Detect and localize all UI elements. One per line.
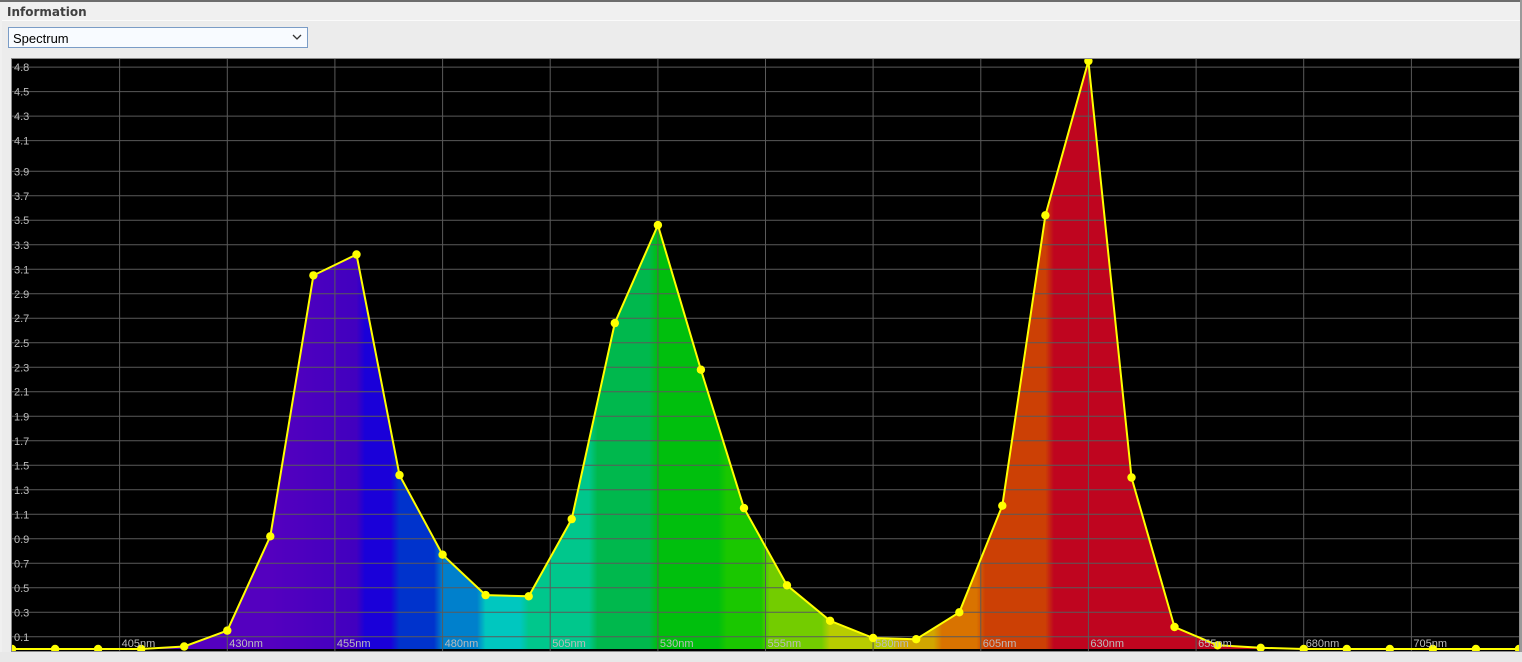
x-tick-label: 680nm <box>1306 638 1340 650</box>
y-tick-label: 0.3 <box>14 607 29 619</box>
data-point <box>610 318 619 328</box>
data-point <box>696 365 706 374</box>
y-tick-label: 2.3 <box>14 362 29 374</box>
data-point <box>912 635 921 644</box>
y-tick-label: 2.7 <box>14 313 29 325</box>
y-tick-label: 1.5 <box>14 460 29 472</box>
data-point <box>309 271 318 280</box>
x-tick-label: 405nm <box>122 638 156 650</box>
y-tick-label: 4.3 <box>14 111 29 123</box>
y-tick-label: 0.7 <box>14 558 29 570</box>
window-top-border <box>0 0 1522 2</box>
y-tick-label: 3.5 <box>14 215 29 227</box>
data-point <box>481 590 490 600</box>
data-point <box>653 220 663 230</box>
x-tick-label: 655nm <box>1198 638 1232 650</box>
view-dropdown-value: Spectrum <box>13 31 69 46</box>
data-point <box>998 501 1007 510</box>
y-tick-label: 1.9 <box>14 411 29 423</box>
x-tick-label: 630nm <box>1090 638 1124 650</box>
data-point <box>266 532 275 541</box>
y-tick-label: 1.3 <box>14 485 29 497</box>
data-point <box>180 642 189 651</box>
y-tick-label: 4.1 <box>14 136 29 148</box>
data-point <box>395 470 404 480</box>
spectrum-chart-svg: 4.8 4.5 4.3 4.1 3.9 3.7 3.5 3.3 3.1 2.9 2.7 2.5 2.3 2… <box>12 59 1519 651</box>
y-tick-label: 2.5 <box>14 338 29 350</box>
data-point <box>438 550 447 559</box>
x-tick-label: 580nm <box>875 638 909 650</box>
data-point <box>739 503 749 513</box>
x-tick-label: 555nm <box>768 638 802 650</box>
data-point <box>1170 622 1179 632</box>
x-tick-label: 605nm <box>983 638 1017 650</box>
data-point <box>825 616 835 625</box>
x-tick-label: 480nm <box>445 638 479 650</box>
y-tick-label: 0.1 <box>14 632 29 644</box>
view-dropdown[interactable]: Spectrum <box>8 27 308 48</box>
x-tick-label: 455nm <box>337 638 371 650</box>
data-point <box>1127 473 1136 482</box>
y-tick-label: 2.1 <box>14 387 29 399</box>
x-tick-label: 705nm <box>1413 638 1447 650</box>
y-tick-label: 0.9 <box>14 534 29 546</box>
x-tick-label: 530nm <box>660 638 694 650</box>
data-point <box>223 626 232 635</box>
data-point <box>955 608 964 617</box>
y-tick-label: 3.3 <box>14 240 29 252</box>
chevron-down-icon <box>292 34 302 40</box>
y-tick-label: 0.5 <box>14 583 29 595</box>
data-point <box>352 250 361 259</box>
x-tick-label: 505nm <box>552 638 586 650</box>
y-tick-label: 1.1 <box>14 509 29 521</box>
data-point <box>524 592 533 601</box>
y-tick-label: 3.1 <box>14 264 29 276</box>
x-tick-label: 430nm <box>229 638 263 650</box>
data-point <box>1041 211 1050 220</box>
data-point <box>567 514 576 524</box>
y-tick-label: 4.8 <box>14 62 29 74</box>
y-tick-label: 1.7 <box>14 436 29 448</box>
data-point <box>782 581 792 590</box>
y-tick-label: 3.9 <box>14 166 29 178</box>
panel-title: Information <box>7 5 87 19</box>
y-tick-label: 4.5 <box>14 87 29 99</box>
y-tick-label: 3.7 <box>14 191 29 203</box>
bottom-strip <box>0 652 1522 662</box>
spectrum-chart: 4.8 4.5 4.3 4.1 3.9 3.7 3.5 3.3 3.1 2.9 2.7 2.5 2.3 2… <box>11 58 1520 652</box>
y-tick-label: 2.9 <box>14 289 29 301</box>
